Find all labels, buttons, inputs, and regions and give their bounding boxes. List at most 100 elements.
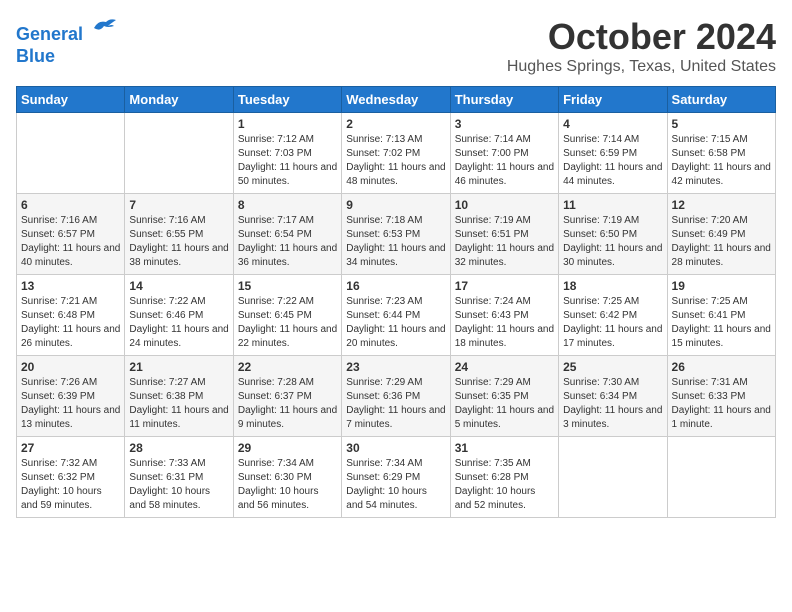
day-info: Sunrise: 7:34 AM Sunset: 6:30 PM Dayligh… [238,457,337,513]
day-info: Sunrise: 7:22 AM Sunset: 6:45 PM Dayligh… [238,295,337,351]
day-number: 2 [346,117,445,131]
calendar-cell: 27 Sunrise: 7:32 AM Sunset: 6:32 PM Dayli… [17,437,125,518]
day-info: Sunrise: 7:33 AM Sunset: 6:31 PM Dayligh… [129,457,228,513]
day-number: 1 [238,117,337,131]
calendar-cell: 24Sunrise: 7:29 AM Sunset: 6:35 PM Dayli… [450,356,558,437]
calendar-cell: 5 Sunrise: 7:15 AM Sunset: 6:58 PM Daylig… [667,113,775,194]
day-number: 13 [21,279,120,293]
day-info: Sunrise: 7:27 AM Sunset: 6:38 PM Dayligh… [129,376,228,432]
day-info: Sunrise: 7:14 AM Sunset: 6:59 PM Dayligh… [563,133,662,189]
day-info: Sunrise: 7:13 AM Sunset: 7:02 PM Dayligh… [346,133,445,189]
day-info: Sunrise: 7:22 AM Sunset: 6:46 PM Dayligh… [129,295,228,351]
weekday-header-thursday: Thursday [450,87,558,113]
day-number: 26 [672,360,771,374]
day-info: Sunrise: 7:19 AM Sunset: 6:50 PM Dayligh… [563,214,662,270]
day-number: 5 [672,117,771,131]
day-number: 15 [238,279,337,293]
day-number: 25 [563,360,662,374]
calendar-cell: 18 Sunrise: 7:25 AM Sunset: 6:42 PM Dayli… [559,275,667,356]
logo-blue: Blue [16,46,55,66]
calendar-cell: 28 Sunrise: 7:33 AM Sunset: 6:31 PM Dayli… [125,437,233,518]
calendar-week-2: 6 Sunrise: 7:16 AM Sunset: 6:57 PM Daylig… [17,194,776,275]
day-info: Sunrise: 7:19 AM Sunset: 6:51 PM Dayligh… [455,214,554,270]
calendar-cell: 30Sunrise: 7:34 AM Sunset: 6:29 PM Dayli… [342,437,450,518]
calendar-cell: 13 Sunrise: 7:21 AM Sunset: 6:48 PM Dayli… [17,275,125,356]
day-number: 28 [129,441,228,455]
day-info: Sunrise: 7:20 AM Sunset: 6:49 PM Dayligh… [672,214,771,270]
weekday-header-saturday: Saturday [667,87,775,113]
day-info: Sunrise: 7:34 AM Sunset: 6:29 PM Dayligh… [346,457,445,513]
calendar-cell: 2 Sunrise: 7:13 AM Sunset: 7:02 PM Daylig… [342,113,450,194]
calendar-cell: 16Sunrise: 7:23 AM Sunset: 6:44 PM Dayli… [342,275,450,356]
day-info: Sunrise: 7:16 AM Sunset: 6:57 PM Dayligh… [21,214,120,270]
calendar-week-4: 20Sunrise: 7:26 AM Sunset: 6:39 PM Dayli… [17,356,776,437]
calendar-cell: 21 Sunrise: 7:27 AM Sunset: 6:38 PM Dayli… [125,356,233,437]
weekday-header-wednesday: Wednesday [342,87,450,113]
calendar-cell [559,437,667,518]
day-info: Sunrise: 7:26 AM Sunset: 6:39 PM Dayligh… [21,376,120,432]
day-number: 9 [346,198,445,212]
calendar-cell: 20Sunrise: 7:26 AM Sunset: 6:39 PM Dayli… [17,356,125,437]
day-number: 12 [672,198,771,212]
location: Hughes Springs, Texas, United States [507,58,776,76]
day-number: 31 [455,441,554,455]
calendar-cell: 3Sunrise: 7:14 AM Sunset: 7:00 PM Daylig… [450,113,558,194]
calendar-cell [17,113,125,194]
day-info: Sunrise: 7:24 AM Sunset: 6:43 PM Dayligh… [455,295,554,351]
day-number: 22 [238,360,337,374]
logo: General Blue [16,16,118,67]
calendar-cell: 4 Sunrise: 7:14 AM Sunset: 6:59 PM Daylig… [559,113,667,194]
calendar-cell: 15 Sunrise: 7:22 AM Sunset: 6:45 PM Dayli… [233,275,341,356]
day-info: Sunrise: 7:31 AM Sunset: 6:33 PM Dayligh… [672,376,771,432]
day-info: Sunrise: 7:28 AM Sunset: 6:37 PM Dayligh… [238,376,337,432]
calendar-cell: 17 Sunrise: 7:24 AM Sunset: 6:43 PM Dayli… [450,275,558,356]
day-number: 21 [129,360,228,374]
calendar-cell: 31 Sunrise: 7:35 AM Sunset: 6:28 PM Dayli… [450,437,558,518]
calendar-cell: 19 Sunrise: 7:25 AM Sunset: 6:41 PM Dayli… [667,275,775,356]
weekday-header-tuesday: Tuesday [233,87,341,113]
day-number: 3 [455,117,554,131]
calendar-cell: 14 Sunrise: 7:22 AM Sunset: 6:46 PM Dayli… [125,275,233,356]
day-info: Sunrise: 7:18 AM Sunset: 6:53 PM Dayligh… [346,214,445,270]
day-info: Sunrise: 7:15 AM Sunset: 6:58 PM Dayligh… [672,133,771,189]
day-info: Sunrise: 7:25 AM Sunset: 6:41 PM Dayligh… [672,295,771,351]
calendar-cell: 6 Sunrise: 7:16 AM Sunset: 6:57 PM Daylig… [17,194,125,275]
day-number: 11 [563,198,662,212]
day-number: 19 [672,279,771,293]
day-number: 27 [21,441,120,455]
title-block: October 2024 Hughes Springs, Texas, Unit… [507,16,776,76]
calendar-week-1: 1 Sunrise: 7:12 AM Sunset: 7:03 PM Daylig… [17,113,776,194]
day-number: 17 [455,279,554,293]
day-info: Sunrise: 7:32 AM Sunset: 6:32 PM Dayligh… [21,457,120,513]
calendar-cell [667,437,775,518]
calendar-cell: 9 Sunrise: 7:18 AM Sunset: 6:53 PM Daylig… [342,194,450,275]
calendar-cell: 7 Sunrise: 7:16 AM Sunset: 6:55 PM Daylig… [125,194,233,275]
page-header: General Blue October 2024 Hughes Springs… [16,16,776,76]
calendar-cell: 12 Sunrise: 7:20 AM Sunset: 6:49 PM Dayli… [667,194,775,275]
calendar-cell: 1 Sunrise: 7:12 AM Sunset: 7:03 PM Daylig… [233,113,341,194]
weekday-header-monday: Monday [125,87,233,113]
calendar-cell: 29Sunrise: 7:34 AM Sunset: 6:30 PM Dayli… [233,437,341,518]
day-info: Sunrise: 7:16 AM Sunset: 6:55 PM Dayligh… [129,214,228,270]
calendar-cell [125,113,233,194]
day-info: Sunrise: 7:25 AM Sunset: 6:42 PM Dayligh… [563,295,662,351]
day-number: 4 [563,117,662,131]
weekday-header-sunday: Sunday [17,87,125,113]
day-info: Sunrise: 7:29 AM Sunset: 6:36 PM Dayligh… [346,376,445,432]
logo-general: General [16,24,83,44]
day-number: 14 [129,279,228,293]
day-number: 7 [129,198,228,212]
day-number: 6 [21,198,120,212]
logo-bird-icon [90,16,118,40]
day-info: Sunrise: 7:21 AM Sunset: 6:48 PM Dayligh… [21,295,120,351]
day-info: Sunrise: 7:23 AM Sunset: 6:44 PM Dayligh… [346,295,445,351]
day-info: Sunrise: 7:17 AM Sunset: 6:54 PM Dayligh… [238,214,337,270]
day-info: Sunrise: 7:35 AM Sunset: 6:28 PM Dayligh… [455,457,554,513]
weekday-header-friday: Friday [559,87,667,113]
day-number: 24 [455,360,554,374]
calendar-table: SundayMondayTuesdayWednesdayThursdayFrid… [16,86,776,518]
day-number: 8 [238,198,337,212]
day-number: 18 [563,279,662,293]
day-info: Sunrise: 7:12 AM Sunset: 7:03 PM Dayligh… [238,133,337,189]
calendar-cell: 25Sunrise: 7:30 AM Sunset: 6:34 PM Dayli… [559,356,667,437]
